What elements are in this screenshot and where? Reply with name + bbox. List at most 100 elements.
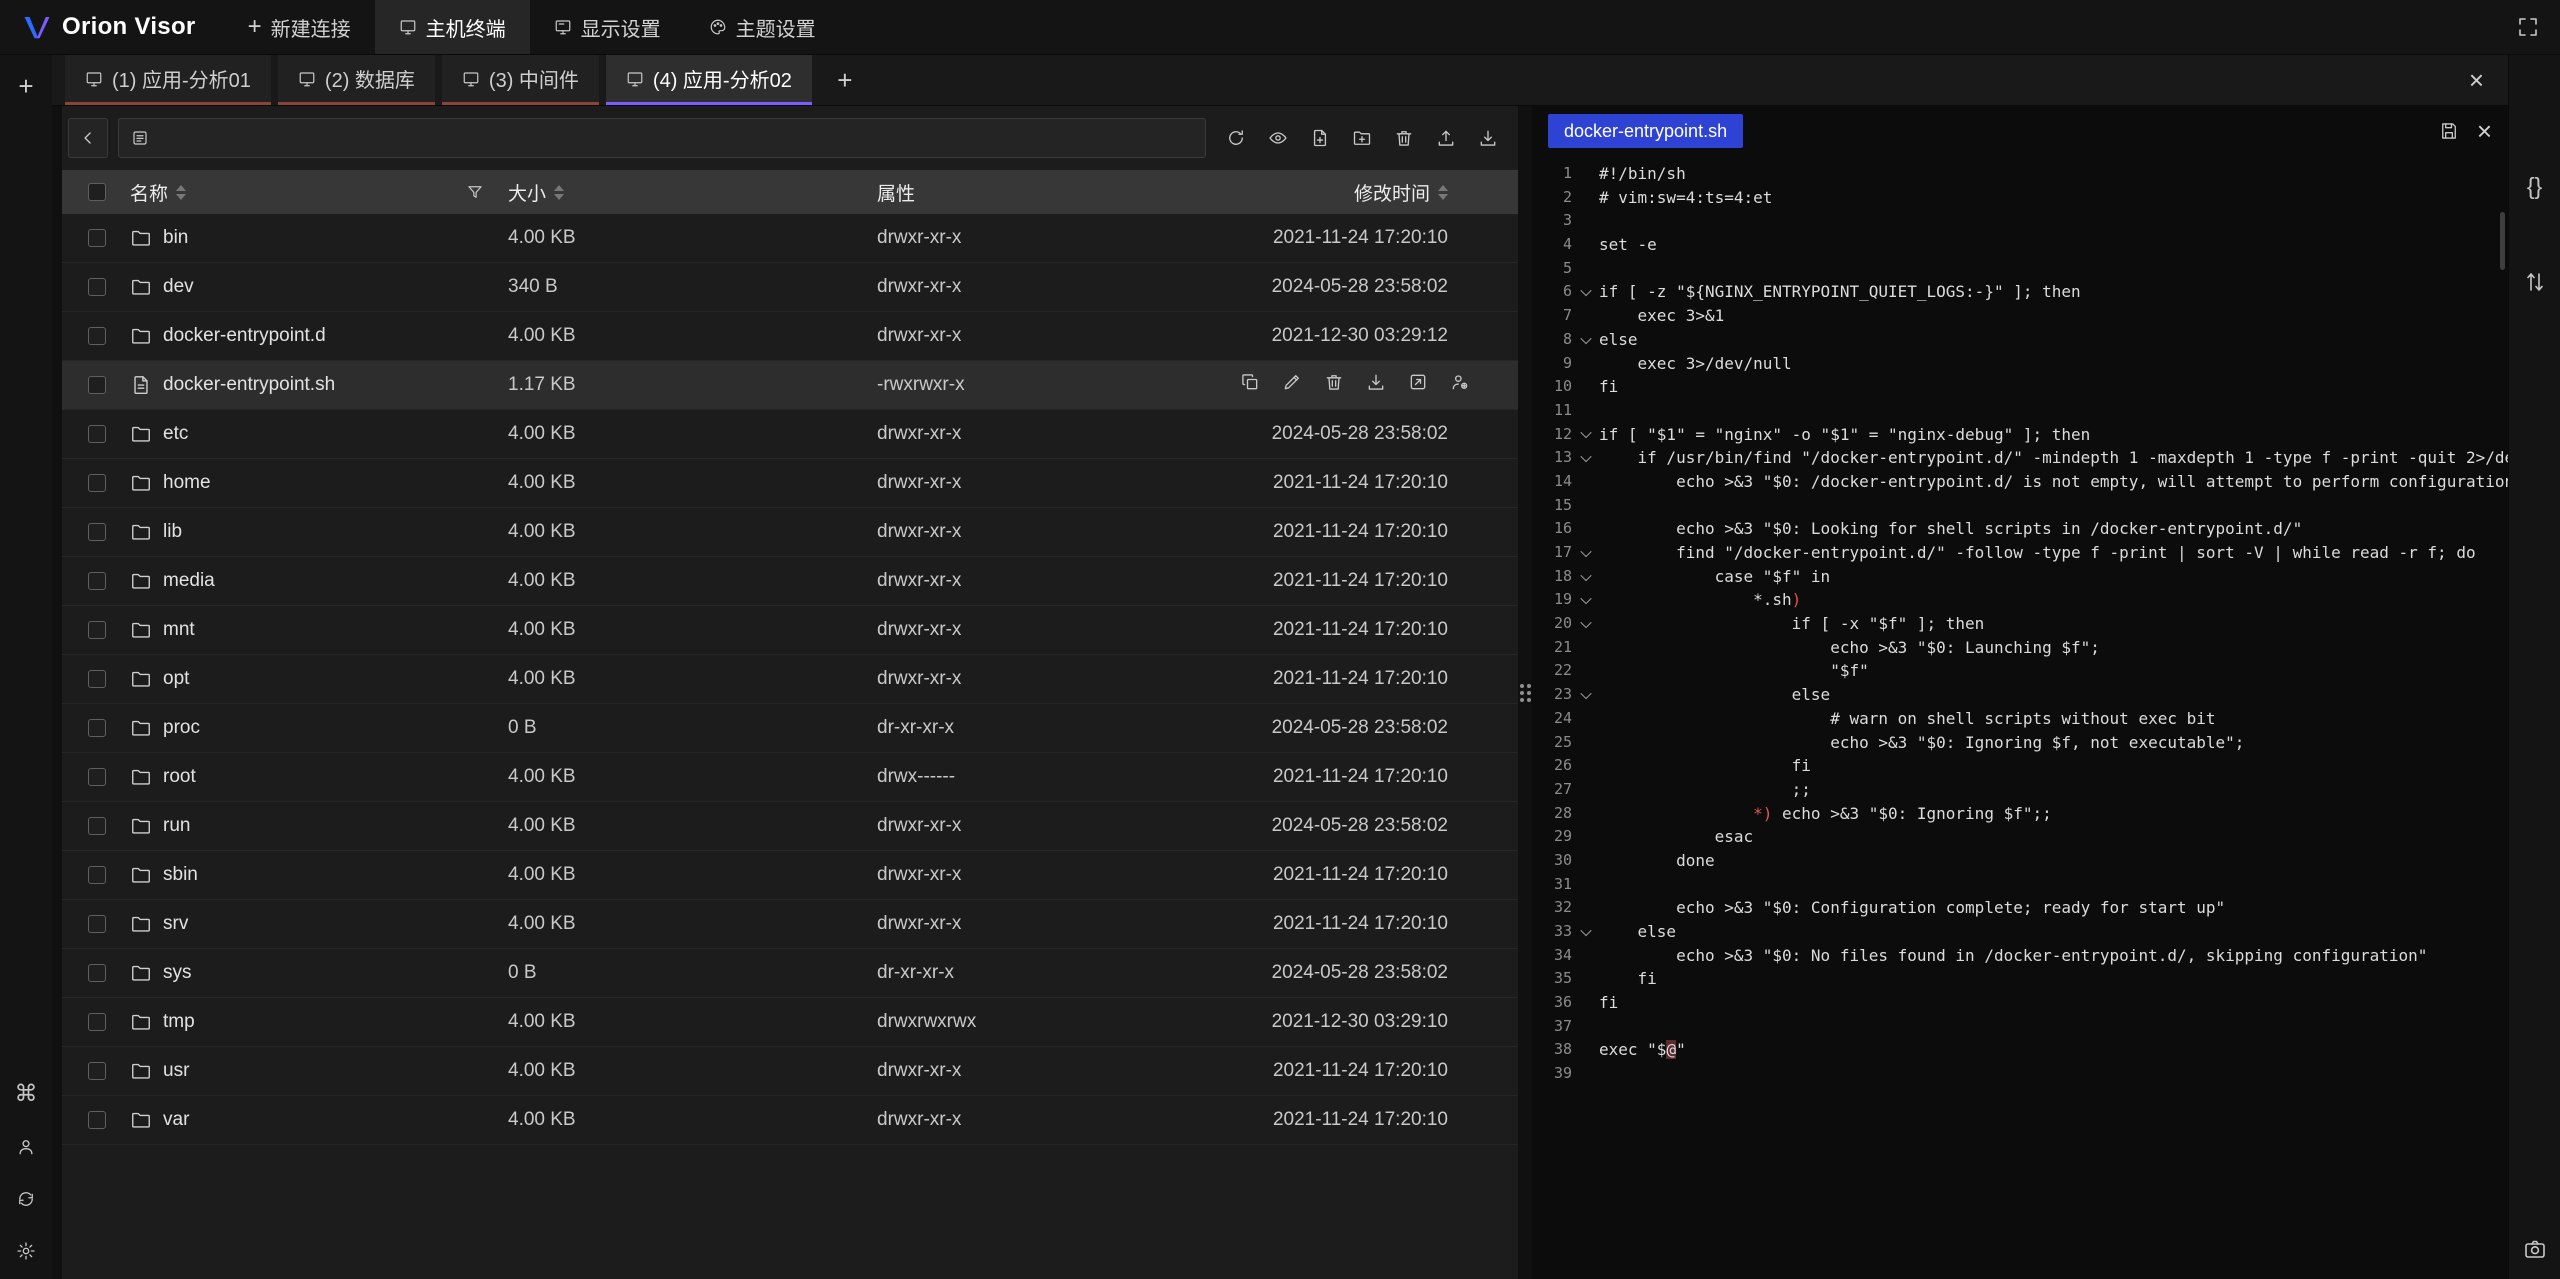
session-tab[interactable]: (1) 应用-分析01 bbox=[65, 55, 271, 105]
copy-icon[interactable] bbox=[1240, 372, 1260, 392]
fold-chevron-icon[interactable] bbox=[1572, 288, 1599, 296]
file-row[interactable]: srv 4.00 KB drwxr-xr-x 2021-11-24 17:20:… bbox=[62, 900, 1518, 949]
move-icon[interactable] bbox=[1408, 372, 1428, 392]
folder-icon bbox=[130, 717, 152, 739]
fold-chevron-icon[interactable] bbox=[1572, 430, 1599, 438]
row-checkbox[interactable] bbox=[88, 1111, 106, 1129]
command-icon[interactable]: ⌘ bbox=[15, 1082, 38, 1105]
file-row[interactable]: root 4.00 KB drwx------ 2021-11-24 17:20… bbox=[62, 753, 1518, 802]
row-checkbox[interactable] bbox=[88, 621, 106, 639]
back-button[interactable] bbox=[68, 118, 108, 158]
settings-gear-icon[interactable] bbox=[16, 1241, 36, 1261]
fold-chevron-icon[interactable] bbox=[1572, 549, 1599, 557]
add-tab-button[interactable]: + bbox=[819, 55, 871, 105]
left-rail: + ⌘ bbox=[0, 55, 52, 1279]
fold-chevron-icon[interactable] bbox=[1572, 573, 1599, 581]
row-checkbox[interactable] bbox=[88, 719, 106, 737]
row-checkbox[interactable] bbox=[88, 670, 106, 688]
select-all-checkbox[interactable] bbox=[88, 183, 106, 201]
row-checkbox[interactable] bbox=[88, 376, 106, 394]
file-row[interactable]: proc 0 B dr-xr-xr-x 2024-05-28 23:58:02 bbox=[62, 704, 1518, 753]
editor-scrollbar[interactable] bbox=[2500, 212, 2505, 270]
row-checkbox[interactable] bbox=[88, 768, 106, 786]
editor-file-tab[interactable]: docker-entrypoint.sh bbox=[1548, 114, 1743, 148]
filter-funnel-icon[interactable] bbox=[466, 183, 484, 201]
editor-close-icon[interactable]: × bbox=[2477, 118, 2492, 144]
file-row[interactable]: sbin 4.00 KB drwxr-xr-x 2021-11-24 17:20… bbox=[62, 851, 1518, 900]
menu-item-theme-settings[interactable]: 主题设置 bbox=[685, 0, 840, 54]
row-checkbox[interactable] bbox=[88, 278, 106, 296]
session-tab[interactable]: (3) 中间件 bbox=[442, 55, 599, 105]
row-checkbox[interactable] bbox=[88, 523, 106, 541]
row-checkbox[interactable] bbox=[88, 572, 106, 590]
row-checkbox[interactable] bbox=[88, 229, 106, 247]
new-folder-icon[interactable] bbox=[1352, 128, 1372, 148]
file-row[interactable]: opt 4.00 KB drwxr-xr-x 2021-11-24 17:20:… bbox=[62, 655, 1518, 704]
column-size[interactable]: 大小 bbox=[508, 179, 564, 206]
column-name[interactable]: 名称 bbox=[130, 179, 186, 206]
file-row[interactable]: media 4.00 KB drwxr-xr-x 2021-11-24 17:2… bbox=[62, 557, 1518, 606]
download-icon[interactable] bbox=[1478, 128, 1498, 148]
file-row[interactable]: docker-entrypoint.sh 1.17 KB -rwxrwxr-x bbox=[62, 361, 1518, 410]
file-row[interactable]: usr 4.00 KB drwxr-xr-x 2021-11-24 17:20:… bbox=[62, 1047, 1518, 1096]
delete-trash-icon[interactable] bbox=[1394, 128, 1414, 148]
edit-pencil-icon[interactable] bbox=[1282, 372, 1302, 392]
row-checkbox[interactable] bbox=[88, 817, 106, 835]
folder-icon bbox=[130, 864, 152, 886]
rail-new-icon[interactable]: + bbox=[18, 71, 33, 102]
file-row[interactable]: etc 4.00 KB drwxr-xr-x 2024-05-28 23:58:… bbox=[62, 410, 1518, 459]
sort-icons[interactable] bbox=[176, 185, 186, 200]
panel-splitter[interactable] bbox=[1518, 106, 1532, 1279]
upload-icon[interactable] bbox=[1436, 128, 1456, 148]
file-row[interactable]: run 4.00 KB drwxr-xr-x 2024-05-28 23:58:… bbox=[62, 802, 1518, 851]
row-checkbox[interactable] bbox=[88, 327, 106, 345]
new-file-icon[interactable] bbox=[1310, 128, 1330, 148]
refresh-icon[interactable] bbox=[1226, 128, 1246, 148]
fold-chevron-icon[interactable] bbox=[1572, 454, 1599, 462]
menu-item-display-settings[interactable]: 显示设置 bbox=[530, 0, 685, 54]
file-row[interactable]: lib 4.00 KB drwxr-xr-x 2021-11-24 17:20:… bbox=[62, 508, 1518, 557]
row-checkbox[interactable] bbox=[88, 1013, 106, 1031]
row-checkbox[interactable] bbox=[88, 964, 106, 982]
code-editor[interactable]: 1 #!/bin/sh 2 # vim:sw=4:ts=4:et bbox=[1532, 156, 2508, 1279]
fold-chevron-icon[interactable] bbox=[1572, 691, 1599, 699]
fold-chevron-icon[interactable] bbox=[1572, 620, 1599, 628]
fullscreen-icon[interactable] bbox=[2516, 15, 2540, 39]
preview-eye-icon[interactable] bbox=[1268, 128, 1288, 148]
row-checkbox[interactable] bbox=[88, 474, 106, 492]
swap-vertical-icon[interactable] bbox=[2523, 270, 2547, 294]
row-checkbox[interactable] bbox=[88, 425, 106, 443]
permission-icon[interactable] bbox=[1450, 372, 1470, 392]
session-tab[interactable]: (2) 数据库 bbox=[278, 55, 435, 105]
close-icon[interactable]: × bbox=[2445, 55, 2508, 105]
file-attr: drwxr-xr-x bbox=[877, 423, 1197, 445]
user-icon[interactable] bbox=[16, 1137, 36, 1157]
fold-chevron-icon[interactable] bbox=[1572, 928, 1599, 936]
fold-chevron-icon[interactable] bbox=[1572, 336, 1599, 344]
column-mtime[interactable]: 修改时间 bbox=[1354, 179, 1448, 206]
file-row[interactable]: mnt 4.00 KB drwxr-xr-x 2021-11-24 17:20:… bbox=[62, 606, 1518, 655]
sync-icon[interactable] bbox=[16, 1189, 36, 1209]
braces-icon[interactable]: {} bbox=[2527, 175, 2542, 198]
row-checkbox[interactable] bbox=[88, 915, 106, 933]
menu-item-host-terminal[interactable]: 主机终端 bbox=[375, 0, 530, 54]
file-row[interactable]: tmp 4.00 KB drwxrwxrwx 2021-12-30 03:29:… bbox=[62, 998, 1518, 1047]
file-row[interactable]: sys 0 B dr-xr-xr-x 2024-05-28 23:58:02 bbox=[62, 949, 1518, 998]
file-row[interactable]: docker-entrypoint.d 4.00 KB drwxr-xr-x 2… bbox=[62, 312, 1518, 361]
file-row[interactable]: bin 4.00 KB drwxr-xr-x 2021-11-24 17:20:… bbox=[62, 214, 1518, 263]
download-icon[interactable] bbox=[1366, 372, 1386, 392]
sort-icons[interactable] bbox=[554, 185, 564, 200]
path-input[interactable] bbox=[118, 118, 1206, 158]
file-row[interactable]: var 4.00 KB drwxr-xr-x 2021-11-24 17:20:… bbox=[62, 1096, 1518, 1145]
session-tab[interactable]: (4) 应用-分析02 bbox=[606, 55, 812, 105]
screenshot-camera-icon[interactable] bbox=[2523, 1237, 2547, 1261]
file-row[interactable]: dev 340 B drwxr-xr-x 2024-05-28 23:58:02 bbox=[62, 263, 1518, 312]
fold-chevron-icon[interactable] bbox=[1572, 596, 1599, 604]
sort-icons[interactable] bbox=[1438, 185, 1448, 200]
row-checkbox[interactable] bbox=[88, 1062, 106, 1080]
save-icon[interactable] bbox=[2439, 121, 2459, 141]
menu-item-new-connection[interactable]: + 新建连接 bbox=[224, 0, 375, 54]
delete-trash-icon[interactable] bbox=[1324, 372, 1344, 392]
row-checkbox[interactable] bbox=[88, 866, 106, 884]
file-row[interactable]: home 4.00 KB drwxr-xr-x 2021-11-24 17:20… bbox=[62, 459, 1518, 508]
